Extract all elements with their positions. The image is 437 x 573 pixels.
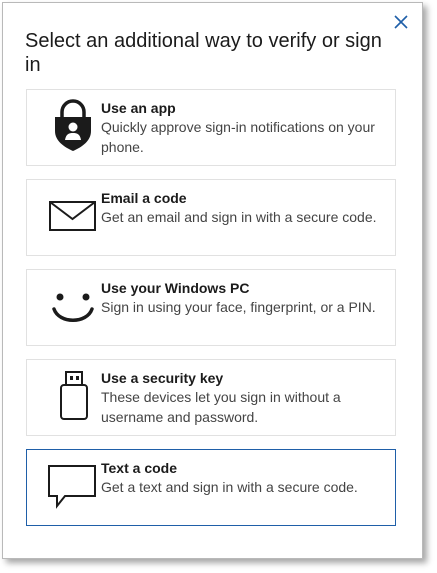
option-text: Use a security key These devices let you…: [101, 369, 387, 427]
envelope-icon: [49, 201, 96, 231]
option-description: Get an email and sign in with a secure c…: [101, 209, 377, 225]
option-text-a-code[interactable]: Text a code Get a text and sign in with …: [26, 449, 396, 526]
option-use-an-app[interactable]: Use an app Quickly approve sign-in notif…: [26, 89, 396, 166]
speech-bubble-icon: [48, 465, 96, 509]
usb-key-icon: [60, 371, 88, 420]
option-text: Email a code Get an email and sign in wi…: [101, 189, 387, 227]
verification-dialog: Select an additional way to verify or si…: [2, 2, 423, 559]
option-text: Use an app Quickly approve sign-in notif…: [101, 99, 387, 157]
option-description: Sign in using your face, fingerprint, or…: [101, 299, 376, 315]
option-text: Text a code Get a text and sign in with …: [101, 459, 387, 497]
option-email-a-code[interactable]: Email a code Get an email and sign in wi…: [26, 179, 396, 256]
option-description: Get a text and sign in with a secure cod…: [101, 479, 358, 495]
option-description: These devices let you sign in without a …: [101, 389, 341, 425]
option-title: Email a code: [101, 190, 187, 206]
smiley-face-icon: [52, 293, 94, 322]
option-title: Use an app: [101, 100, 176, 116]
option-use-security-key[interactable]: Use a security key These devices let you…: [26, 359, 396, 436]
option-title: Use your Windows PC: [101, 280, 250, 296]
dialog-title: Select an additional way to verify or si…: [25, 30, 382, 76]
option-title: Text a code: [101, 460, 177, 476]
option-title: Use a security key: [101, 370, 224, 386]
option-use-windows-pc[interactable]: Use your Windows PC Sign in using your f…: [26, 269, 396, 346]
authenticator-lock-icon: [55, 99, 91, 151]
option-description: Quickly approve sign-in notifications on…: [101, 119, 375, 155]
option-text: Use your Windows PC Sign in using your f…: [101, 279, 387, 317]
